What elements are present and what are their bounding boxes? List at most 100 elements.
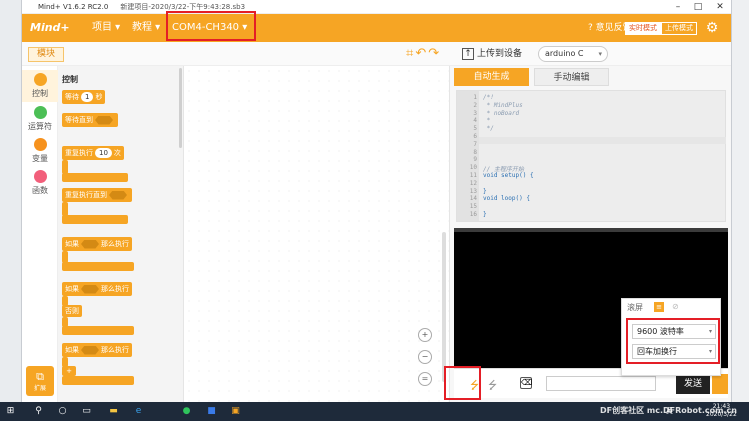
category-dot [33,138,47,151]
category-variables[interactable]: 变量 [22,136,58,164]
mindplus-taskbar-icon[interactable]: ▣ [229,405,242,418]
redo-icon[interactable]: ↷ [428,46,441,61]
menu-tutorial[interactable]: 教程 ▾ [132,14,160,42]
line-number: 8 [473,148,477,156]
category-column: 控制 运算符 变量 函数 ⧉ 扩展 [22,66,58,402]
palette-scrollbar[interactable] [179,68,182,148]
board-value: arduino C [545,49,584,58]
if-elseif-block[interactable]: 如果 那么执行 [62,343,132,357]
chevron-down-icon: ▾ [598,50,602,58]
serial-send-input[interactable] [546,376,656,391]
eraser-icon[interactable]: ⌫ [520,377,532,389]
title-bar: Mind+ V1.6.2 RC2.0 新建项目-2020/3/22-下午9:43… [22,0,731,14]
block-label: 秒 [95,93,103,101]
condition-slot[interactable] [109,190,127,200]
category-functions[interactable]: 函数 [22,168,58,196]
line-number: 2 [473,101,477,109]
repeat-until-block[interactable]: 重复执行直到 [62,188,132,202]
upload-mode-button[interactable]: 上传模式 [661,22,697,35]
category-control[interactable]: 控制 [22,70,58,102]
maximize-icon[interactable]: □ [688,0,708,14]
search-icon[interactable]: ⚲ [32,405,45,418]
tab-auto-generate[interactable]: 自动生成 [454,68,529,86]
block-label: 次 [113,149,121,157]
module-tab[interactable]: 模块 [28,47,64,62]
category-label: 函数 [32,186,48,195]
condition-slot[interactable] [81,345,99,355]
code-line: } [483,187,487,195]
condition-slot[interactable] [95,115,113,125]
if-else-foot [62,326,134,335]
menu-bar: Mind+ 项目 ▾ 教程 ▾ COM4-CH340 ▾ ? 意见反馈 实时模式… [22,14,731,42]
app-icon-blue[interactable]: ■ [205,405,218,418]
line-number: 1 [473,94,477,101]
category-label: 变量 [32,154,48,163]
undo-icon[interactable]: ↶ [415,46,428,61]
repeat-until-arm [62,202,68,216]
category-operators[interactable]: 运算符 [22,104,58,132]
zoom-reset-icon[interactable]: = [418,372,432,386]
line-number: 11 [469,172,477,179]
windows-start-icon[interactable]: ⊞ [4,405,17,418]
if-else-block[interactable]: 如果 那么执行 [62,282,132,296]
category-label: 控制 [32,89,48,98]
app-title: Mind+ V1.6.2 RC2.0 [38,2,109,11]
if-block-foot [62,262,134,271]
condition-slot[interactable] [81,239,99,249]
else-row: 否则 [62,305,82,317]
add-branch-icon[interactable]: + [62,366,76,376]
watermark: DF创客社区 mc.DFRobot.com.cn [600,406,737,415]
question-icon: ? [588,23,593,33]
condition-slot[interactable] [81,284,99,294]
category-dot [33,106,47,119]
wait-until-block[interactable]: 等待直到 [62,113,118,127]
minimize-icon[interactable]: – [668,0,688,14]
block-label: 否则 [65,307,79,315]
task-view-icon[interactable]: ○ [56,405,69,418]
extensions-button[interactable]: ⧉ 扩展 [26,366,54,396]
scroll-lock-icon[interactable]: ≡ [654,302,664,312]
task-icon[interactable]: ▭ [80,405,93,418]
send-button-accent [712,374,728,394]
usb-disconnect-icon[interactable]: ⭍ [488,377,497,396]
repeat-input[interactable]: 10 [95,148,112,158]
zoom-in-icon[interactable]: + [418,328,432,342]
code-line: /*! [483,94,494,101]
code-line: * MindPlus [483,101,523,109]
send-button[interactable]: 发送 [676,374,710,394]
plus-label: + [66,367,72,375]
realtime-mode-button[interactable]: 实时模式 [625,22,661,35]
wait-input[interactable]: 1 [81,92,94,102]
app-icon-green[interactable]: ● [180,405,193,418]
scroll-off-icon[interactable]: ⊘ [672,302,679,311]
close-icon[interactable]: ✕ [710,0,730,14]
crop-icon[interactable]: ⌗ [406,46,415,61]
upload-icon: ↑ [462,48,474,60]
line-number: 14 [469,195,477,203]
code-view[interactable]: 1 /*! 2 * MindPlus 3 * noBoard 4 * 5 */ 6 7 8 9 10… [456,90,726,222]
wait-block[interactable]: 等待 1 秒 [62,90,106,104]
usb-highlight-box [444,366,481,400]
line-number: 7 [473,140,477,148]
toolbar: 模块 ⌗↶↷ ↑ 上传到设备 arduino C ▾ [22,42,731,66]
mode-toggle[interactable]: 实时模式 上传模式 [625,22,697,35]
script-workspace[interactable]: + − = [184,66,449,402]
line-number: 5 [473,125,477,133]
repeat-block[interactable]: 重复执行 10 次 [62,146,124,160]
zoom-out-icon[interactable]: − [418,350,432,364]
folder-icon[interactable]: ▬ [107,405,120,418]
block-label: 重复执行直到 [65,191,107,199]
mindplus-logo: Mind+ [30,21,70,34]
edge-icon[interactable]: e [132,405,145,418]
if-block[interactable]: 如果 那么执行 [62,237,132,251]
crop-undo-redo-icons[interactable]: ⌗↶↷ [406,46,441,61]
upload-button[interactable]: ↑ 上传到设备 [462,46,522,62]
tab-manual-edit[interactable]: 手动编辑 [534,68,609,86]
repeat-until-foot [62,215,128,224]
code-line: void setup() { [483,172,534,179]
menu-project[interactable]: 项目 ▾ [92,14,120,42]
workspace-scrollbar[interactable] [442,232,446,382]
board-select[interactable]: arduino C ▾ [538,46,608,62]
gear-icon[interactable]: ⚙ [704,20,720,36]
background-window-right [731,0,749,402]
